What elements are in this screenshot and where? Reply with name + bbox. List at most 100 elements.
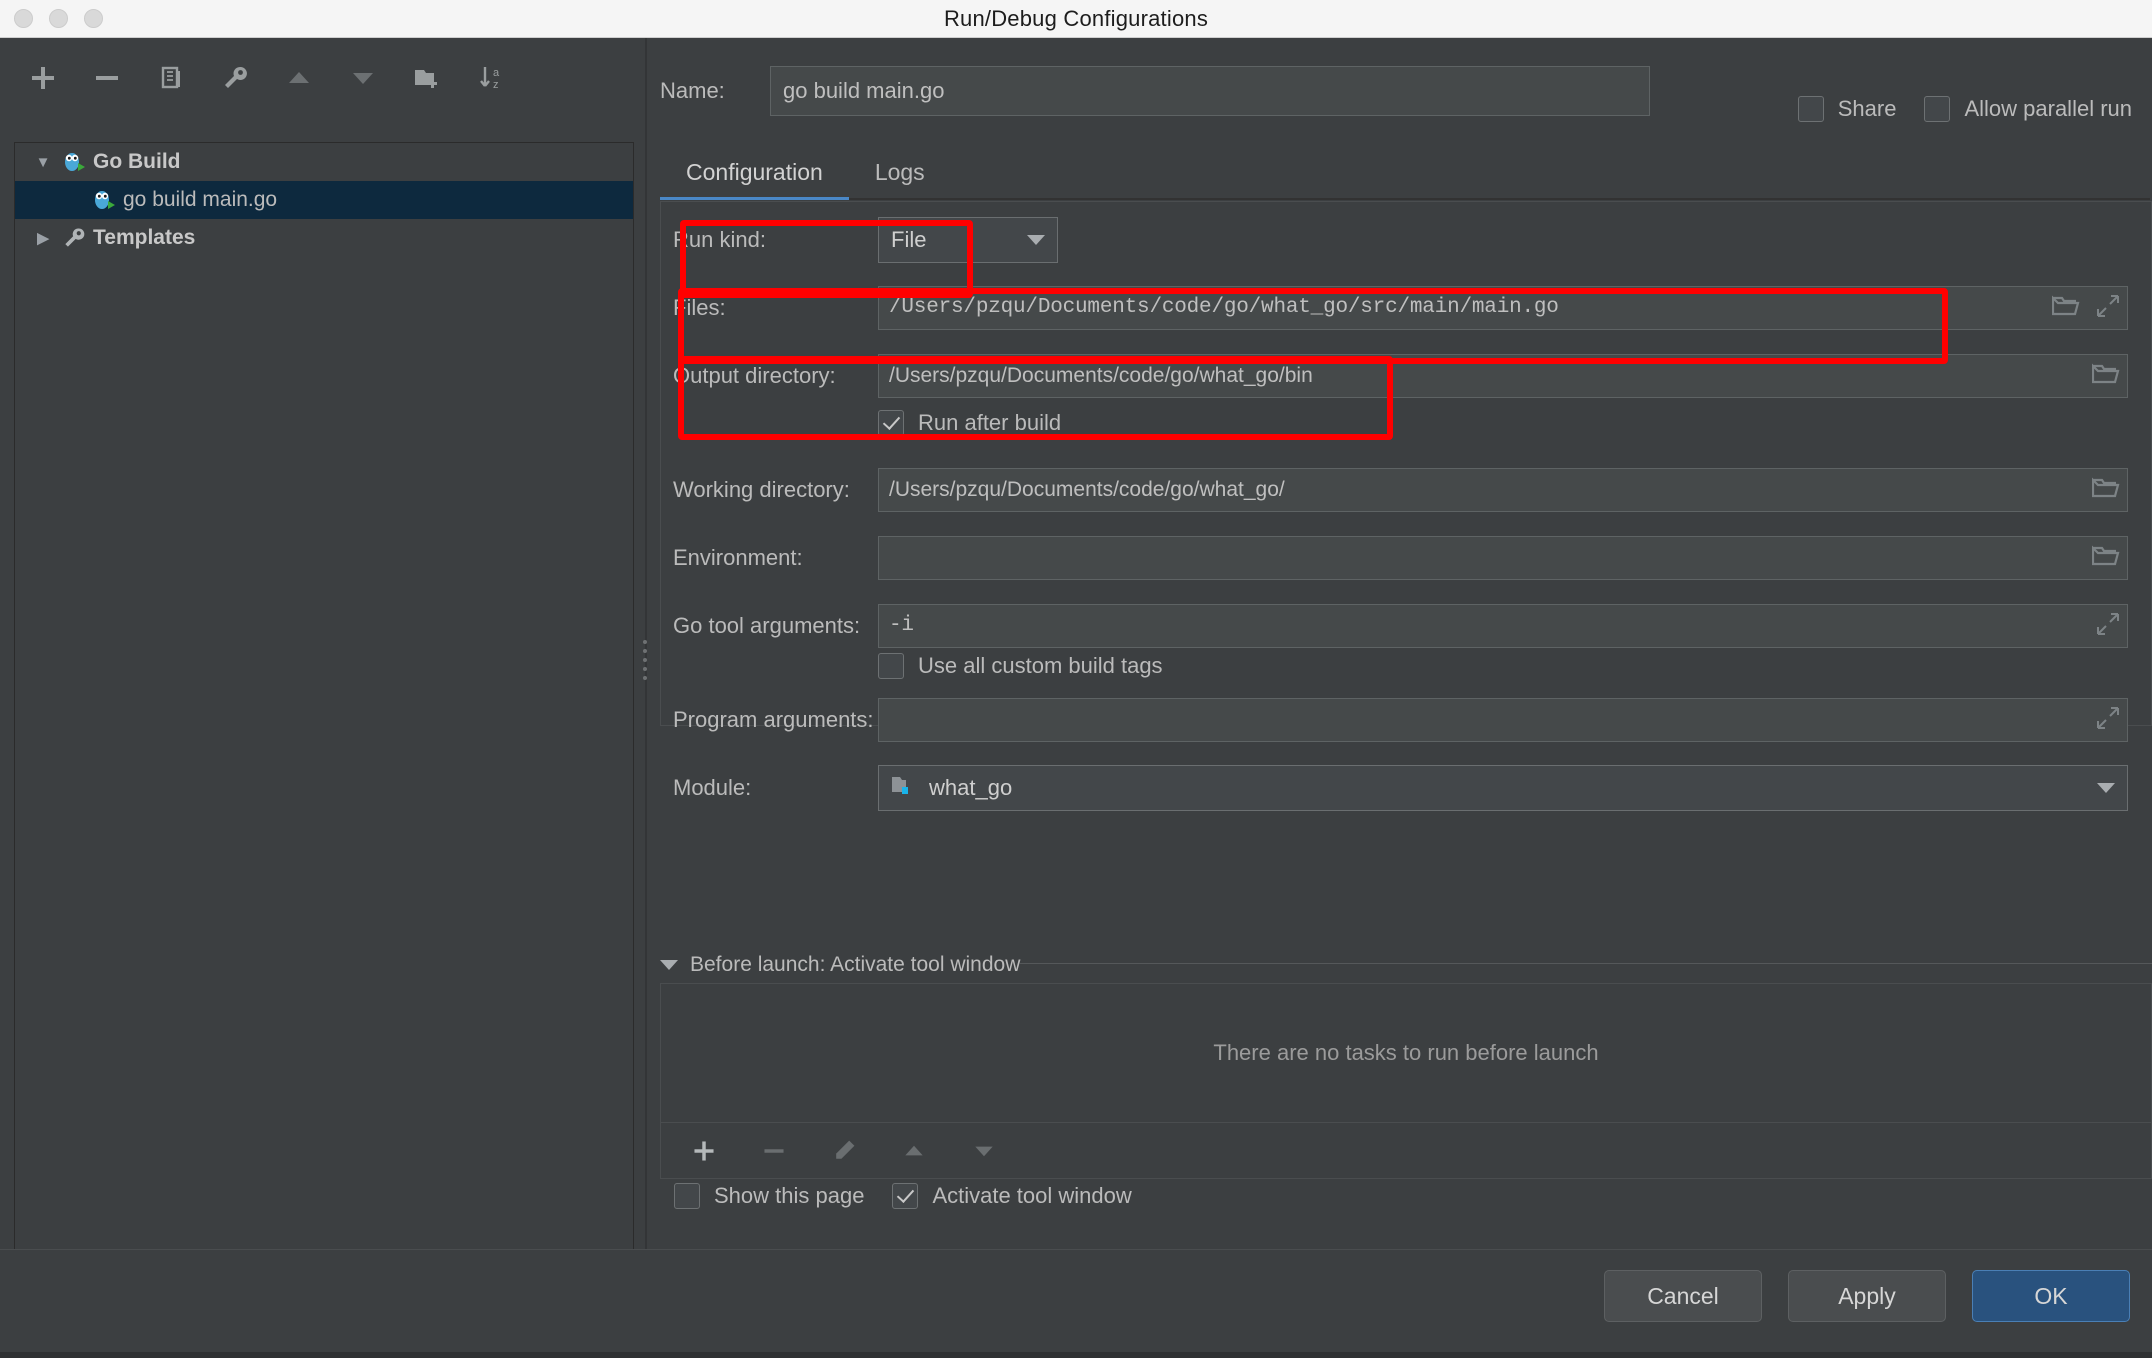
- dialog-footer: Cancel Apply OK: [0, 1249, 2152, 1358]
- environment-label: Environment:: [673, 545, 803, 570]
- module-folder-icon: [891, 774, 917, 802]
- copy-icon[interactable]: [150, 57, 192, 99]
- checkbox-box[interactable]: [878, 653, 904, 679]
- chevron-down-icon[interactable]: [1027, 235, 1045, 245]
- pane-splitter-handle[interactable]: [640, 640, 650, 680]
- tree-item-label: go build main.go: [123, 188, 278, 211]
- expand-editor-icon[interactable]: [2096, 612, 2120, 641]
- window-titlebar: Run/Debug Configurations: [0, 0, 2152, 38]
- output-directory-field-icons: [2091, 354, 2120, 398]
- allow-parallel-run-checkbox[interactable]: Allow parallel run: [1924, 96, 2132, 122]
- pencil-icon[interactable]: [823, 1130, 865, 1172]
- working-directory-field-icons: [2091, 468, 2120, 512]
- add-task-button[interactable]: [683, 1130, 725, 1172]
- files-input[interactable]: /Users/pzqu/Documents/code/go/what_go/sr…: [878, 286, 2128, 330]
- tab-configuration[interactable]: Configuration: [660, 159, 849, 200]
- working-directory-row: Working directory: /Users/pzqu/Documents…: [673, 468, 2143, 512]
- module-select[interactable]: what_go: [878, 765, 2128, 811]
- tree-item-go-build-main-go[interactable]: go build main.go: [15, 181, 633, 219]
- run-kind-select[interactable]: File: [878, 217, 1058, 263]
- before-launch-toolbar: [660, 1123, 2152, 1179]
- tab-logs[interactable]: Logs: [849, 159, 951, 200]
- tree-item-label: Templates: [93, 226, 196, 249]
- files-field-wrapper: /Users/pzqu/Documents/code/go/what_go/sr…: [878, 286, 2128, 330]
- program-arguments-field-wrapper: [878, 698, 2128, 742]
- module-value: what_go: [929, 775, 1013, 800]
- tree-item-templates[interactable]: ▶ Templates: [15, 219, 633, 257]
- cancel-button[interactable]: Cancel: [1604, 1270, 1762, 1322]
- before-launch-header[interactable]: Before launch: Activate tool window: [660, 953, 1020, 977]
- top-checkboxes: Share Allow parallel run: [1797, 96, 2132, 122]
- use-all-custom-build-tags-checkbox[interactable]: Use all custom build tags: [878, 653, 1163, 679]
- add-button[interactable]: [22, 57, 64, 99]
- tree-item-label: Go Build: [93, 150, 181, 173]
- wrench-icon[interactable]: [214, 57, 256, 99]
- show-this-page-label: Show this page: [714, 1183, 865, 1208]
- remove-task-button[interactable]: [753, 1130, 795, 1172]
- activate-tool-window-checkbox[interactable]: Activate tool window: [892, 1183, 1132, 1209]
- run-kind-label: Run kind:: [673, 227, 766, 252]
- svg-text:z: z: [493, 79, 499, 91]
- browse-folder-icon[interactable]: [2091, 544, 2120, 573]
- triangle-up-icon[interactable]: [893, 1130, 935, 1172]
- configurations-tree[interactable]: ▼ Go Build go build main.go ▶ Templates: [14, 142, 634, 1295]
- chevron-down-icon[interactable]: [660, 960, 678, 970]
- triangle-down-icon[interactable]: [342, 57, 384, 99]
- folder-plus-icon[interactable]: [406, 57, 448, 99]
- run-kind-value: File: [891, 227, 927, 252]
- module-row: Module: what_go: [673, 765, 2143, 811]
- working-directory-label: Working directory:: [673, 477, 850, 502]
- run-after-build-checkbox[interactable]: Run after build: [878, 410, 1061, 436]
- configuration-editor: Name: go build main.go Share Allow paral…: [650, 38, 2152, 1358]
- browse-folder-icon[interactable]: [2091, 476, 2120, 505]
- expand-editor-icon[interactable]: [2096, 706, 2120, 735]
- share-label: Share: [1837, 96, 1897, 121]
- checkbox-box[interactable]: [892, 1183, 919, 1209]
- expand-editor-icon[interactable]: [2096, 294, 2120, 323]
- program-arguments-field-icons: [2096, 698, 2120, 742]
- run-kind-row: Run kind: File: [673, 217, 2143, 263]
- checkbox-box[interactable]: [674, 1183, 700, 1209]
- environment-input[interactable]: [878, 536, 2128, 580]
- run-after-build-label: Run after build: [918, 410, 1062, 435]
- editor-tabs: Configuration Logs: [660, 148, 2150, 200]
- program-arguments-row: Program arguments:: [673, 698, 2143, 742]
- share-checkbox[interactable]: Share: [1797, 96, 1897, 122]
- checkbox-box[interactable]: [1797, 96, 1824, 122]
- program-arguments-input[interactable]: [878, 698, 2128, 742]
- name-input[interactable]: go build main.go: [770, 66, 1650, 116]
- browse-folder-icon[interactable]: [2091, 362, 2120, 391]
- go-gopher-icon: [57, 149, 91, 175]
- configurations-sidebar: az ▼ Go Build go build main.go ▶ Templat…: [0, 38, 645, 1358]
- triangle-down-icon[interactable]: [963, 1130, 1005, 1172]
- working-directory-input[interactable]: /Users/pzqu/Documents/code/go/what_go/: [878, 468, 2128, 512]
- triangle-up-icon[interactable]: [278, 57, 320, 99]
- pane-divider: [645, 38, 647, 1358]
- files-field-icons: [2051, 286, 2120, 330]
- chevron-down-icon[interactable]: ▼: [29, 154, 57, 171]
- wrench-icon: [57, 225, 91, 251]
- go-tool-arguments-label: Go tool arguments:: [673, 613, 861, 638]
- output-directory-label: Output directory:: [673, 363, 836, 388]
- apply-button[interactable]: Apply: [1788, 1270, 1946, 1322]
- environment-field-wrapper: [878, 536, 2128, 580]
- go-gopher-icon: [87, 187, 121, 213]
- chevron-down-icon[interactable]: [2097, 783, 2115, 793]
- tree-item-go-build[interactable]: ▼ Go Build: [15, 143, 633, 181]
- before-launch-task-list[interactable]: There are no tasks to run before launch: [660, 983, 2152, 1123]
- checkbox-box[interactable]: [878, 410, 904, 436]
- allow-parallel-run-label: Allow parallel run: [1964, 96, 2132, 121]
- dialog-buttons: Cancel Apply OK: [1604, 1270, 2130, 1322]
- ok-button[interactable]: OK: [1972, 1270, 2130, 1322]
- show-this-page-checkbox[interactable]: Show this page: [674, 1183, 864, 1209]
- sidebar-toolbar: az: [0, 52, 645, 104]
- checkbox-box[interactable]: [1924, 96, 1951, 122]
- environment-row: Environment:: [673, 536, 2143, 580]
- output-directory-input[interactable]: /Users/pzqu/Documents/code/go/what_go/bi…: [878, 354, 2128, 398]
- sort-az-icon[interactable]: az: [470, 57, 512, 99]
- files-row: Files: /Users/pzqu/Documents/code/go/wha…: [673, 286, 2143, 330]
- browse-folder-icon[interactable]: [2051, 294, 2080, 323]
- chevron-right-icon[interactable]: ▶: [29, 229, 57, 247]
- go-tool-arguments-input[interactable]: -i: [878, 604, 2128, 648]
- remove-button[interactable]: [86, 57, 128, 99]
